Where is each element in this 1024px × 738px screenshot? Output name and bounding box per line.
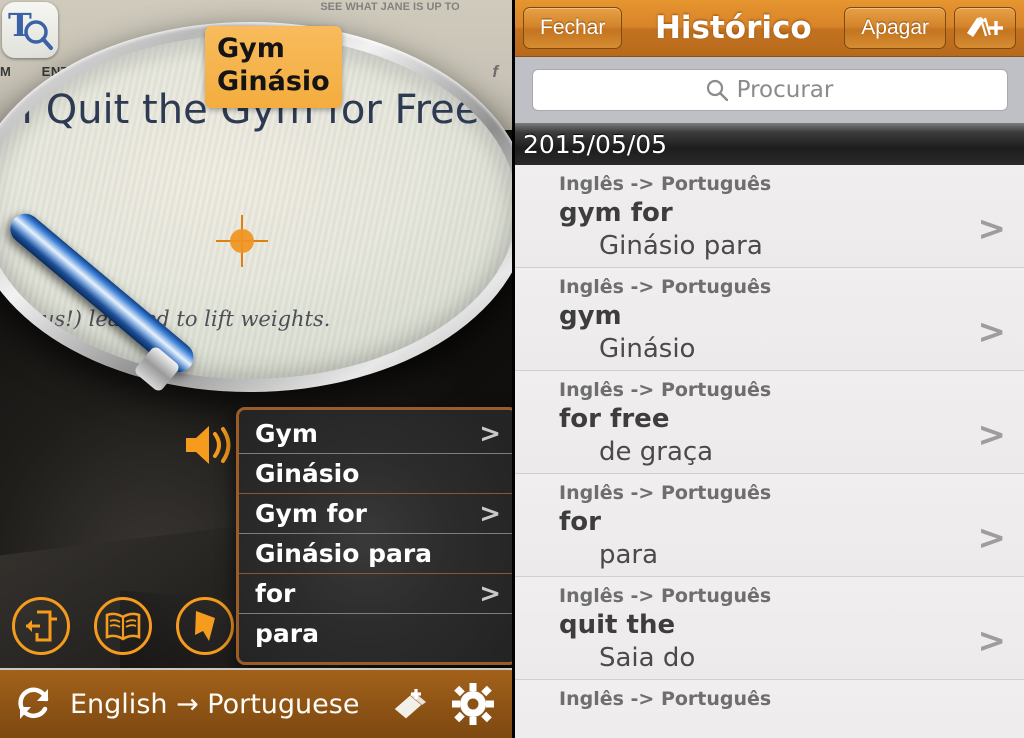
- history-row[interactable]: Inglês -> Português: [515, 680, 1024, 738]
- row-source-text: gym for: [559, 198, 673, 228]
- popup-row[interactable]: for >: [239, 574, 512, 614]
- swap-glyph: [18, 687, 49, 719]
- facebook-icon: f: [492, 62, 498, 81]
- chevron-right-icon: >: [479, 498, 501, 529]
- search-area: Procurar: [515, 57, 1024, 123]
- date-section-header: 2015/05/05: [515, 123, 1024, 165]
- crosshair-target: [216, 215, 268, 267]
- row-source-text: quit the: [559, 610, 676, 640]
- popup-row[interactable]: para: [239, 614, 512, 654]
- popup-row-text: para: [255, 619, 319, 648]
- translator-app-icon[interactable]: T: [2, 2, 58, 58]
- history-row[interactable]: Inglês -> Português gym for Ginásio para…: [515, 165, 1024, 268]
- translation-popup[interactable]: Gym > Ginásio Gym for > Ginásio para for…: [236, 407, 512, 665]
- row-target-text: de graça: [599, 437, 714, 467]
- gear-icon[interactable]: [452, 683, 494, 725]
- history-row[interactable]: Inglês -> Português for para >: [515, 474, 1024, 577]
- open-book-icon: [105, 612, 141, 641]
- chevron-right-icon: >: [977, 518, 1007, 558]
- close-button[interactable]: Fechar: [523, 7, 623, 49]
- popup-row-text: Ginásio: [255, 459, 360, 488]
- app-icon-glyph: T: [8, 6, 53, 50]
- row-language-pair: Inglês -> Português: [559, 585, 772, 607]
- app-screenshot: SEE WHAT JANE IS UP TO M ENTERTAINMENT A…: [0, 0, 1024, 738]
- import-document-button[interactable]: [12, 597, 70, 655]
- clear-history-button[interactable]: Apagar: [844, 7, 946, 49]
- popup-row[interactable]: Ginásio: [239, 454, 512, 494]
- row-source-text: for: [559, 507, 601, 537]
- bottom-toolbar: English → Portuguese: [0, 668, 512, 738]
- history-panel: Fechar Histórico Apagar Procurar 2015/05…: [512, 0, 1024, 738]
- row-language-pair: Inglês -> Português: [559, 688, 772, 710]
- language-pair-label[interactable]: English → Portuguese: [70, 689, 359, 720]
- history-navbar: Fechar Histórico Apagar: [515, 0, 1024, 57]
- row-language-pair: Inglês -> Português: [559, 173, 772, 195]
- history-row[interactable]: Inglês -> Português quit the Saia do >: [515, 577, 1024, 680]
- row-language-pair: Inglês -> Português: [559, 482, 772, 504]
- webpage-top-note: SEE WHAT JANE IS UP TO: [320, 1, 460, 13]
- translator-camera-panel: SEE WHAT JANE IS UP TO M ENTERTAINMENT A…: [0, 0, 512, 738]
- page-title: Histórico: [654, 10, 812, 46]
- translation-tooltip[interactable]: Gym Ginásio: [205, 26, 342, 108]
- popup-row-text: Gym for: [255, 499, 367, 528]
- popup-row-text: Gym: [255, 419, 318, 448]
- row-target-text: Saia do: [599, 643, 696, 673]
- search-input[interactable]: Procurar: [531, 69, 1008, 111]
- history-list[interactable]: Inglês -> Português gym for Ginásio para…: [515, 165, 1024, 738]
- popup-row[interactable]: Gym >: [239, 414, 512, 454]
- tooltip-source: Gym: [217, 33, 285, 64]
- import-document-icon: [26, 610, 57, 642]
- row-source-text: for free: [559, 404, 670, 434]
- chevron-right-icon: >: [977, 312, 1007, 352]
- popup-row[interactable]: Gym for >: [239, 494, 512, 534]
- chevron-right-icon: >: [977, 209, 1007, 249]
- search-placeholder: Procurar: [736, 77, 834, 103]
- history-row[interactable]: Inglês -> Português gym Ginásio >: [515, 268, 1024, 371]
- add-book-glyph: [393, 689, 426, 720]
- tooltip-translation: Ginásio: [217, 66, 330, 97]
- row-target-text: Ginásio: [599, 334, 696, 364]
- row-source-text: gym: [559, 301, 622, 331]
- add-book-button[interactable]: [954, 7, 1016, 49]
- add-book-icon[interactable]: [388, 683, 430, 725]
- row-language-pair: Inglês -> Português: [559, 379, 772, 401]
- chevron-right-icon: >: [479, 578, 501, 609]
- history-row[interactable]: Inglês -> Português for free de graça >: [515, 371, 1024, 474]
- speaker-icon[interactable]: [182, 420, 238, 470]
- popup-row-text: for: [255, 579, 296, 608]
- row-target-text: para: [599, 540, 659, 570]
- chevron-right-icon: >: [479, 418, 501, 449]
- row-target-text: Ginásio para: [599, 231, 763, 261]
- bookmark-icon: [195, 611, 215, 641]
- speaker-glyph: [186, 426, 231, 464]
- popup-row-text: Ginásio para: [255, 539, 433, 568]
- webpage-nav-item-0: M: [0, 64, 12, 79]
- chevron-right-icon: >: [977, 415, 1007, 455]
- add-book-icon: [967, 17, 1003, 37]
- search-icon: [706, 79, 728, 101]
- open-dictionary-button[interactable]: [94, 597, 152, 655]
- bookmark-button[interactable]: [176, 597, 234, 655]
- popup-row[interactable]: Ginásio para: [239, 534, 512, 574]
- row-language-pair: Inglês -> Português: [559, 276, 772, 298]
- action-buttons: [12, 597, 234, 655]
- gear-glyph: [452, 683, 494, 725]
- chevron-right-icon: >: [977, 621, 1007, 661]
- swap-languages-icon[interactable]: [12, 682, 56, 726]
